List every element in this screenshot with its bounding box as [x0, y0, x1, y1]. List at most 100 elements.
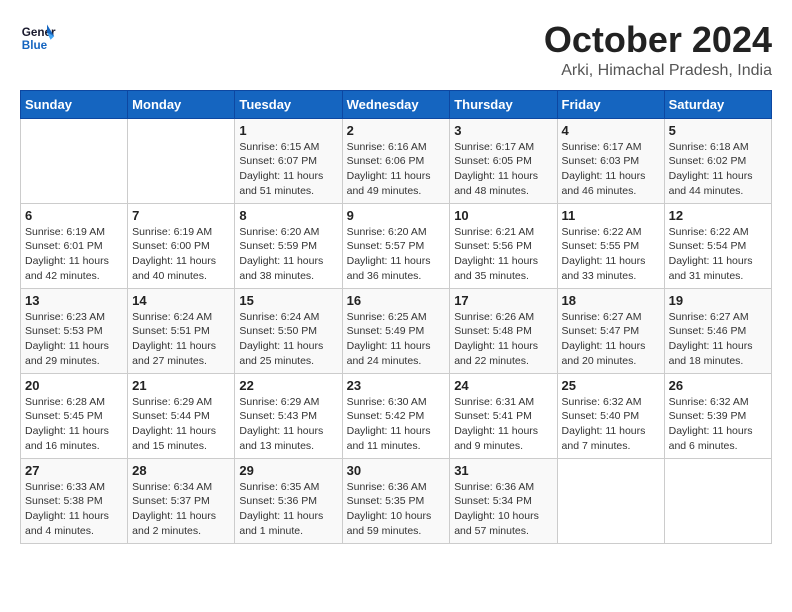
day-number: 20	[25, 378, 123, 393]
calendar-cell: 28Sunrise: 6:34 AM Sunset: 5:37 PM Dayli…	[128, 458, 235, 543]
day-info: Sunrise: 6:16 AM Sunset: 6:06 PM Dayligh…	[347, 140, 446, 199]
calendar-cell	[128, 118, 235, 203]
day-number: 18	[562, 293, 660, 308]
calendar-cell: 18 Sunrise: 6:27 AM Sunset: 5:47 PM Dayli…	[557, 288, 664, 373]
calendar-cell: 4 Sunrise: 6:17 AM Sunset: 6:03 PM Daylig…	[557, 118, 664, 203]
day-number: 23	[347, 378, 446, 393]
calendar-cell: 6 Sunrise: 6:19 AM Sunset: 6:01 PM Daylig…	[21, 203, 128, 288]
day-number: 28	[132, 463, 230, 478]
day-info: Sunrise: 6:29 AM Sunset: 5:43 PM Dayligh…	[239, 395, 337, 454]
day-number: 12	[669, 208, 767, 223]
day-number: 3	[454, 123, 552, 138]
day-info: Sunrise: 6:36 AM Sunset: 5:35 PM Dayligh…	[347, 480, 446, 539]
calendar-cell: 31 Sunrise: 6:36 AM Sunset: 5:34 PM Dayli…	[450, 458, 557, 543]
calendar-week-5: 27Sunrise: 6:33 AM Sunset: 5:38 PM Dayli…	[21, 458, 772, 543]
calendar-cell: 29 Sunrise: 6:35 AM Sunset: 5:36 PM Dayli…	[235, 458, 342, 543]
day-info: Sunrise: 6:22 AM Sunset: 5:55 PM Dayligh…	[562, 225, 660, 284]
calendar-cell: 11 Sunrise: 6:22 AM Sunset: 5:55 PM Dayli…	[557, 203, 664, 288]
day-info: Sunrise: 6:33 AM Sunset: 5:38 PM Dayligh…	[25, 480, 123, 539]
logo: General Blue	[20, 20, 56, 56]
day-info: Sunrise: 6:17 AM Sunset: 6:05 PM Dayligh…	[454, 140, 552, 199]
day-info: Sunrise: 6:15 AM Sunset: 6:07 PM Dayligh…	[239, 140, 337, 199]
day-number: 14	[132, 293, 230, 308]
header-sunday: Sunday	[21, 90, 128, 118]
day-info: Sunrise: 6:20 AM Sunset: 5:57 PM Dayligh…	[347, 225, 446, 284]
day-number: 25	[562, 378, 660, 393]
calendar-cell: 21 Sunrise: 6:29 AM Sunset: 5:44 PM Dayli…	[128, 373, 235, 458]
day-info: Sunrise: 6:29 AM Sunset: 5:44 PM Dayligh…	[132, 395, 230, 454]
calendar-cell: 3 Sunrise: 6:17 AM Sunset: 6:05 PM Daylig…	[450, 118, 557, 203]
day-number: 24	[454, 378, 552, 393]
calendar-cell: 1Sunrise: 6:15 AM Sunset: 6:07 PM Daylig…	[235, 118, 342, 203]
calendar-cell: 15Sunrise: 6:24 AM Sunset: 5:50 PM Dayli…	[235, 288, 342, 373]
day-number: 17	[454, 293, 552, 308]
day-number: 4	[562, 123, 660, 138]
calendar-cell	[664, 458, 771, 543]
day-info: Sunrise: 6:27 AM Sunset: 5:46 PM Dayligh…	[669, 310, 767, 369]
day-number: 21	[132, 378, 230, 393]
month-title: October 2024	[544, 20, 772, 60]
day-info: Sunrise: 6:24 AM Sunset: 5:51 PM Dayligh…	[132, 310, 230, 369]
calendar-cell: 30 Sunrise: 6:36 AM Sunset: 5:35 PM Dayli…	[342, 458, 450, 543]
calendar-cell: 13 Sunrise: 6:23 AM Sunset: 5:53 PM Dayli…	[21, 288, 128, 373]
day-number: 8	[239, 208, 337, 223]
day-number: 19	[669, 293, 767, 308]
calendar-cell: 14 Sunrise: 6:24 AM Sunset: 5:51 PM Dayli…	[128, 288, 235, 373]
header-tuesday: Tuesday	[235, 90, 342, 118]
calendar-cell: 20 Sunrise: 6:28 AM Sunset: 5:45 PM Dayli…	[21, 373, 128, 458]
day-number: 5	[669, 123, 767, 138]
day-number: 13	[25, 293, 123, 308]
header-monday: Monday	[128, 90, 235, 118]
day-number: 2	[347, 123, 446, 138]
day-info: Sunrise: 6:25 AM Sunset: 5:49 PM Dayligh…	[347, 310, 446, 369]
calendar-cell: 27Sunrise: 6:33 AM Sunset: 5:38 PM Dayli…	[21, 458, 128, 543]
logo-icon: General Blue	[20, 20, 56, 56]
day-info: Sunrise: 6:20 AM Sunset: 5:59 PM Dayligh…	[239, 225, 337, 284]
header-wednesday: Wednesday	[342, 90, 450, 118]
calendar-table: SundayMondayTuesdayWednesdayThursdayFrid…	[20, 90, 772, 544]
day-number: 30	[347, 463, 446, 478]
day-number: 7	[132, 208, 230, 223]
day-number: 9	[347, 208, 446, 223]
day-info: Sunrise: 6:35 AM Sunset: 5:36 PM Dayligh…	[239, 480, 337, 539]
day-number: 31	[454, 463, 552, 478]
day-info: Sunrise: 6:28 AM Sunset: 5:45 PM Dayligh…	[25, 395, 123, 454]
day-info: Sunrise: 6:36 AM Sunset: 5:34 PM Dayligh…	[454, 480, 552, 539]
day-number: 10	[454, 208, 552, 223]
calendar-week-4: 20 Sunrise: 6:28 AM Sunset: 5:45 PM Dayli…	[21, 373, 772, 458]
header-saturday: Saturday	[664, 90, 771, 118]
day-info: Sunrise: 6:31 AM Sunset: 5:41 PM Dayligh…	[454, 395, 552, 454]
day-number: 16	[347, 293, 446, 308]
calendar-cell	[557, 458, 664, 543]
calendar-cell: 10Sunrise: 6:21 AM Sunset: 5:56 PM Dayli…	[450, 203, 557, 288]
calendar-cell: 23Sunrise: 6:30 AM Sunset: 5:42 PM Dayli…	[342, 373, 450, 458]
day-number: 29	[239, 463, 337, 478]
day-info: Sunrise: 6:23 AM Sunset: 5:53 PM Dayligh…	[25, 310, 123, 369]
calendar-cell	[21, 118, 128, 203]
day-info: Sunrise: 6:24 AM Sunset: 5:50 PM Dayligh…	[239, 310, 337, 369]
day-info: Sunrise: 6:17 AM Sunset: 6:03 PM Dayligh…	[562, 140, 660, 199]
day-info: Sunrise: 6:22 AM Sunset: 5:54 PM Dayligh…	[669, 225, 767, 284]
calendar-week-3: 13 Sunrise: 6:23 AM Sunset: 5:53 PM Dayli…	[21, 288, 772, 373]
day-info: Sunrise: 6:32 AM Sunset: 5:40 PM Dayligh…	[562, 395, 660, 454]
calendar-cell: 26 Sunrise: 6:32 AM Sunset: 5:39 PM Dayli…	[664, 373, 771, 458]
day-info: Sunrise: 6:19 AM Sunset: 6:01 PM Dayligh…	[25, 225, 123, 284]
header-friday: Friday	[557, 90, 664, 118]
day-number: 26	[669, 378, 767, 393]
day-info: Sunrise: 6:27 AM Sunset: 5:47 PM Dayligh…	[562, 310, 660, 369]
svg-text:Blue: Blue	[22, 39, 48, 52]
header-thursday: Thursday	[450, 90, 557, 118]
day-info: Sunrise: 6:18 AM Sunset: 6:02 PM Dayligh…	[669, 140, 767, 199]
day-info: Sunrise: 6:32 AM Sunset: 5:39 PM Dayligh…	[669, 395, 767, 454]
calendar-cell: 8 Sunrise: 6:20 AM Sunset: 5:59 PM Daylig…	[235, 203, 342, 288]
calendar-cell: 7Sunrise: 6:19 AM Sunset: 6:00 PM Daylig…	[128, 203, 235, 288]
calendar-header-row: SundayMondayTuesdayWednesdayThursdayFrid…	[21, 90, 772, 118]
calendar-week-2: 6 Sunrise: 6:19 AM Sunset: 6:01 PM Daylig…	[21, 203, 772, 288]
day-number: 22	[239, 378, 337, 393]
calendar-cell: 19 Sunrise: 6:27 AM Sunset: 5:46 PM Dayli…	[664, 288, 771, 373]
calendar-cell: 16 Sunrise: 6:25 AM Sunset: 5:49 PM Dayli…	[342, 288, 450, 373]
day-number: 11	[562, 208, 660, 223]
day-number: 6	[25, 208, 123, 223]
calendar-cell: 22 Sunrise: 6:29 AM Sunset: 5:43 PM Dayli…	[235, 373, 342, 458]
calendar-cell: 17Sunrise: 6:26 AM Sunset: 5:48 PM Dayli…	[450, 288, 557, 373]
